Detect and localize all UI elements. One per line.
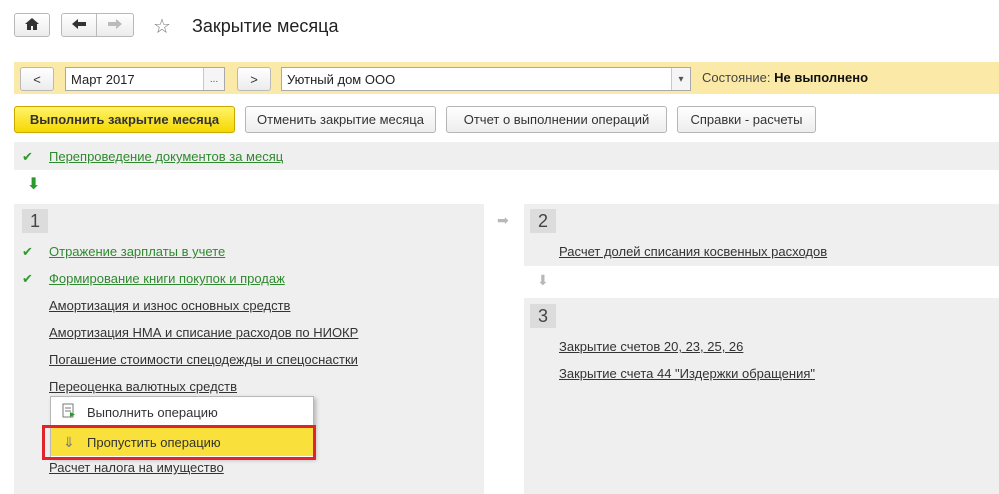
next-period-button[interactable]: > — [237, 67, 271, 91]
status-value: Не выполнено — [774, 70, 869, 85]
forward-button[interactable] — [96, 13, 134, 37]
operations-report-button[interactable]: Отчет о выполнении операций — [446, 106, 667, 133]
operation-link[interactable]: Закрытие счетов 20, 23, 25, 26 — [559, 339, 743, 354]
chevron-down-icon: ▾ — [678, 73, 684, 85]
operation-link[interactable]: Закрытие счета 44 "Издержки обращения" — [559, 366, 815, 381]
done-icon: ✔ — [22, 271, 33, 286]
arrow-down-icon: ⬇ — [537, 272, 549, 288]
run-operation-menu-item[interactable]: Выполнить операцию — [51, 398, 313, 426]
operation-link[interactable]: Переоценка валютных средств — [49, 379, 237, 394]
organization-dropdown-button[interactable]: ▾ — [671, 68, 690, 90]
run-operation-label: Выполнить операцию — [87, 404, 218, 420]
operation-link[interactable]: Амортизация и износ основных средств — [49, 298, 290, 313]
organization-field[interactable]: Уютный дом ООО ▾ — [281, 67, 691, 91]
stage3-panel — [524, 298, 999, 494]
highlight-frame — [42, 425, 316, 460]
period-field[interactable]: Март 2017 ... — [65, 67, 225, 91]
home-button[interactable] — [14, 13, 50, 37]
page-title: Закрытие месяца — [192, 16, 339, 36]
arrow-right-icon: ➡ — [497, 212, 509, 228]
stage3-number: 3 — [530, 304, 556, 328]
status: Состояние: Не выполнено — [702, 70, 868, 85]
period-value: Март 2017 — [71, 71, 135, 87]
prev-period-button[interactable]: < — [20, 67, 54, 91]
operation-link[interactable]: Расчет налога на имущество — [49, 460, 224, 475]
check-icon: ✔ — [22, 149, 33, 164]
star-icon[interactable]: ☆ — [153, 14, 171, 39]
status-label: Состояние: — [702, 70, 771, 85]
arrow-down-icon: ⬇ — [27, 176, 41, 193]
prestep-link[interactable]: Перепроведение документов за месяц — [49, 149, 283, 164]
run-month-close-button[interactable]: Выполнить закрытие месяца — [14, 106, 235, 133]
operation-link[interactable]: Амортизация НМА и списание расходов по Н… — [49, 325, 358, 340]
operation-link[interactable]: Расчет долей списания косвенных расходов — [559, 244, 827, 259]
operation-link[interactable]: Погашение стоимости спецодежды и спецосн… — [49, 352, 358, 367]
back-button[interactable] — [61, 13, 97, 37]
done-icon: ✔ — [22, 244, 33, 259]
operation-link[interactable]: Отражение зарплаты в учете — [49, 244, 225, 259]
operation-link[interactable]: Формирование книги покупок и продаж — [49, 271, 285, 286]
home-icon — [24, 17, 40, 34]
organization-value: Уютный дом ООО — [287, 71, 396, 87]
stage2-number: 2 — [530, 209, 556, 233]
cancel-month-close-button[interactable]: Отменить закрытие месяца — [245, 106, 436, 133]
period-select-button[interactable]: ... — [203, 68, 224, 90]
arrow-right-icon — [107, 17, 123, 33]
run-operation-icon — [51, 403, 87, 421]
stage1-number: 1 — [22, 209, 48, 233]
arrow-left-icon — [71, 17, 87, 33]
help-calculations-button[interactable]: Справки - расчеты — [677, 106, 816, 133]
